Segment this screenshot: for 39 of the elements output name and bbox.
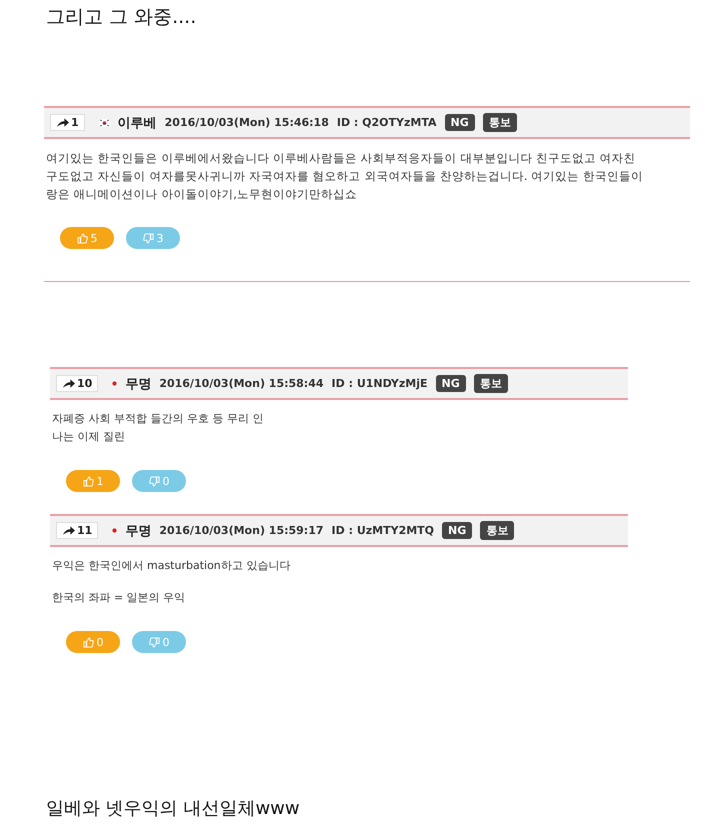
- user-id: ID : UzMTY2MTQ: [332, 524, 434, 537]
- user-name: 이루베: [118, 114, 157, 132]
- post-text: 일베와 넷우익의 내선일체www: [46, 797, 300, 820]
- post-date: 2016/10/03(Mon) 15:59:17: [159, 524, 324, 537]
- comment-text: 한국의 좌파 = 일본의 우익: [52, 590, 186, 606]
- report-button[interactable]: 통보: [482, 113, 517, 132]
- thumbs-down-icon: [142, 232, 154, 244]
- arrow-icon: [56, 118, 69, 128]
- comment-text: 자폐증 사회 부적합 들간의 우호 등 무리 인: [52, 411, 264, 427]
- comment-text: 나는 이제 질린: [52, 429, 126, 445]
- thumbs-up-icon: [76, 232, 88, 244]
- reply-link[interactable]: 11: [56, 522, 98, 539]
- user-name: 무명: [125, 522, 152, 540]
- thumbs-up-icon: [82, 476, 94, 486]
- post-heading: 그리고 그 와중....: [45, 5, 198, 30]
- post-date: 2016/10/03(Mon) 15:58:44: [159, 377, 324, 390]
- reply-link[interactable]: 1: [50, 114, 85, 131]
- reply-link[interactable]: 10: [56, 375, 98, 392]
- comment-text: 여기있는 한국인들은 이루베에서왔습니다 이루베사람들은 사회부적응자들이 대부분입니다 친구도없고 여자친: [46, 150, 637, 167]
- dot-icon: [112, 381, 118, 386]
- report-button[interactable]: 통보: [480, 521, 514, 540]
- comment-text: 구도없고 자신들이 여자를못사귀니까 자국여자를 혐오하고 외국여자들을 찬양하는겁니다. 여기있는 한국인들이: [46, 168, 644, 185]
- comment-text: 우익은 한국인에서 masturbation하고 있습니다: [52, 558, 292, 574]
- thumbs-down-icon: [148, 636, 160, 648]
- dot-icon: [112, 528, 118, 533]
- thumbs-up-icon: [82, 636, 94, 648]
- flag-icon: [98, 118, 110, 126]
- thumbs-down-icon: [148, 476, 160, 486]
- ng-button[interactable]: NG: [442, 522, 472, 539]
- comment-text: 랑은 애니메이션이나 아이돌이야기,노무현이야기만하십쇼: [46, 186, 358, 203]
- report-button[interactable]: 통보: [474, 374, 508, 393]
- post-date: 2016/10/03(Mon) 15:46:18: [164, 116, 329, 129]
- user-id: ID : U1NDYzMjE: [332, 377, 428, 390]
- user-id: ID : Q2OTYzMTA: [336, 116, 436, 129]
- arrow-icon: [62, 378, 75, 388]
- user-name: 무명: [125, 376, 152, 392]
- ng-button[interactable]: NG: [436, 375, 466, 392]
- ng-button[interactable]: NG: [444, 114, 475, 131]
- arrow-icon: [62, 526, 75, 536]
